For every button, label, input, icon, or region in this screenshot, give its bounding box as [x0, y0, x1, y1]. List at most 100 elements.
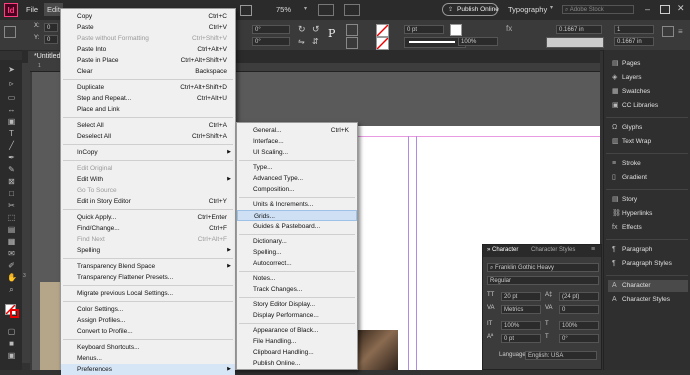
select-container-icon[interactable]: [346, 24, 358, 36]
chevron-down-icon[interactable]: ▾: [550, 4, 553, 11]
rotate-icon[interactable]: ↻: [298, 24, 306, 35]
flip-horizontal-icon[interactable]: ⇋: [298, 37, 305, 46]
menu-item-select-all[interactable]: Select All Ctrl+A: [61, 120, 235, 131]
panel-item-paragraph[interactable]: ¶ Paragraph: [612, 244, 652, 256]
menu-item-go-to-source[interactable]: Go To Source: [61, 185, 235, 196]
gutter-field[interactable]: 0.1667 in: [614, 37, 654, 46]
menu-item-deselect-all[interactable]: Deselect All Ctrl+Shift+A: [61, 131, 235, 142]
vertical-scale-field[interactable]: 100%: [501, 321, 541, 330]
page-tool-icon[interactable]: ▭: [7, 94, 16, 102]
panel-item-pages[interactable]: ▤ Pages: [612, 58, 640, 70]
pref-item-general[interactable]: General... Ctrl+K: [237, 125, 357, 136]
placed-image[interactable]: [358, 330, 398, 370]
leading-field[interactable]: (24 pt): [559, 292, 599, 301]
content-collector-icon[interactable]: ▣: [7, 118, 16, 126]
pref-item-dictionary[interactable]: Dictionary...: [237, 236, 357, 247]
maximize-icon[interactable]: [660, 5, 670, 14]
pref-item-interface[interactable]: Interface...: [237, 136, 357, 147]
close-icon[interactable]: ✕: [677, 3, 685, 14]
rectangle-tool-icon[interactable]: □: [7, 190, 16, 198]
panel-menu-icon[interactable]: ≡: [678, 27, 683, 36]
dimension-field[interactable]: 0.1667 in: [556, 25, 602, 34]
font-family-select[interactable]: ⌕ Franklin Gothic Heavy: [487, 263, 599, 272]
effects-icon[interactable]: fx: [506, 24, 512, 33]
vertical-ruler[interactable]: 3: [22, 63, 30, 363]
menu-item-quick-apply[interactable]: Quick Apply... Ctrl+Enter: [61, 212, 235, 223]
screen-mode-icon[interactable]: ▣: [7, 352, 16, 360]
pref-item-ui-scaling[interactable]: UI Scaling...: [237, 147, 357, 158]
formatting-container-icon[interactable]: ▢: [7, 328, 16, 336]
hand-tool-icon[interactable]: ✋: [7, 274, 17, 282]
y-field[interactable]: 0: [44, 35, 58, 44]
language-select[interactable]: English: USA: [525, 351, 597, 360]
pref-item-appearance-of-black[interactable]: Appearance of Black...: [237, 325, 357, 336]
pref-item-composition[interactable]: Composition...: [237, 184, 357, 195]
menu-item-paste-without-formatting[interactable]: Paste without Formatting Ctrl+Shift+V: [61, 33, 235, 44]
pref-item-publish-online[interactable]: Publish Online...: [237, 358, 357, 369]
pref-item-type[interactable]: Type...: [237, 162, 357, 173]
panel-item-effects[interactable]: fx Effects: [612, 222, 642, 234]
apply-color-icon[interactable]: ■: [7, 340, 16, 348]
screen-mode-icon[interactable]: [318, 4, 334, 16]
stroke-color-icon[interactable]: [450, 24, 462, 36]
menu-item-step-and-repeat[interactable]: Step and Repeat... Ctrl+Alt+U: [61, 93, 235, 104]
menu-file[interactable]: File: [26, 5, 38, 14]
note-tool-icon[interactable]: ✉: [7, 250, 16, 258]
tracking-field[interactable]: 0: [559, 305, 599, 314]
panel-menu-icon[interactable]: ≡: [591, 246, 595, 253]
kerning-field[interactable]: Metrics: [501, 305, 541, 314]
font-size-field[interactable]: 20 pt: [501, 292, 541, 301]
minimize-icon[interactable]: –: [645, 4, 650, 14]
pref-item-spelling[interactable]: Spelling...: [237, 247, 357, 258]
pref-item-file-handling[interactable]: File Handling...: [237, 336, 357, 347]
panel-item-stroke[interactable]: ≡ Stroke: [612, 158, 641, 170]
menu-item-transparency-blend-space[interactable]: Transparency Blend Space ▶: [61, 261, 235, 272]
stroke-type-select[interactable]: [404, 37, 466, 48]
panel-item-gradient[interactable]: ▯ Gradient: [612, 172, 647, 184]
menu-item-menus[interactable]: Menus...: [61, 353, 235, 364]
opacity-field[interactable]: 100%: [458, 37, 498, 46]
pref-item-story-editor-display[interactable]: Story Editor Display...: [237, 299, 357, 310]
horizontal-scale-field[interactable]: 100%: [559, 321, 599, 330]
line-tool-icon[interactable]: ╱: [7, 142, 16, 150]
rotate-ccw-icon[interactable]: ↺: [312, 24, 320, 35]
baseline-shift-field[interactable]: 0 pt: [501, 334, 541, 343]
rotation-field[interactable]: 0°: [252, 25, 290, 34]
reference-point-icon[interactable]: [4, 26, 16, 38]
menu-item-paste-into[interactable]: Paste Into Ctrl+Alt+V: [61, 44, 235, 55]
panel-item-glyphs[interactable]: Ω Glyphs: [612, 122, 642, 134]
fill-swatch-icon[interactable]: [376, 24, 389, 37]
tab-character-styles[interactable]: Character Styles: [531, 247, 575, 253]
pref-item-clipboard-handling[interactable]: Clipboard Handling...: [237, 347, 357, 358]
pref-item-units-increments[interactable]: Units & Increments...: [237, 199, 357, 210]
selection-tool-icon[interactable]: ➤: [7, 66, 16, 74]
x-field[interactable]: 0: [44, 23, 58, 32]
view-options-icon[interactable]: [240, 5, 252, 16]
font-style-select[interactable]: Regular: [487, 276, 599, 285]
menu-item-place-and-link[interactable]: Place and Link: [61, 104, 235, 115]
menu-item-paste[interactable]: Paste Ctrl+V: [61, 22, 235, 33]
menu-item-find-next[interactable]: Find Next Ctrl+Alt+F: [61, 234, 235, 245]
stroke-color-icon[interactable]: [10, 309, 19, 318]
panel-item-story[interactable]: ▤ Story: [612, 194, 637, 206]
zoom-level[interactable]: 75%: [276, 5, 291, 14]
menu-item-find-change[interactable]: Find/Change... Ctrl+F: [61, 223, 235, 234]
zoom-tool-icon[interactable]: ⌕: [7, 286, 16, 294]
pencil-tool-icon[interactable]: ✎: [7, 166, 16, 174]
frame-fitting-select[interactable]: [546, 37, 604, 48]
rectangle-frame-tool-icon[interactable]: ⊠: [7, 178, 16, 186]
menu-item-transparency-flattener-presets[interactable]: Transparency Flattener Presets...: [61, 272, 235, 283]
type-tool-icon[interactable]: T: [7, 130, 16, 138]
panel-item-paragraph-styles[interactable]: ¶ Paragraph Styles: [612, 258, 672, 270]
menu-item-paste-in-place[interactable]: Paste in Place Ctrl+Alt+Shift+V: [61, 55, 235, 66]
panel-item-cc-libraries[interactable]: ▣ CC Libraries: [612, 100, 658, 112]
menu-item-convert-to-profile[interactable]: Convert to Profile...: [61, 326, 235, 337]
pref-item-display-performance[interactable]: Display Performance...: [237, 310, 357, 321]
pref-item-track-changes[interactable]: Track Changes...: [237, 284, 357, 295]
stock-search-input[interactable]: ⌕ Adobe Stock: [562, 5, 634, 14]
panel-item-layers[interactable]: ◈ Layers: [612, 72, 642, 84]
pref-item-autocorrect[interactable]: Autocorrect...: [237, 258, 357, 269]
flip-vertical-icon[interactable]: ⇵: [312, 37, 319, 46]
pref-item-grids[interactable]: Grids...: [237, 210, 357, 221]
chevron-down-icon[interactable]: ▾: [304, 5, 307, 12]
